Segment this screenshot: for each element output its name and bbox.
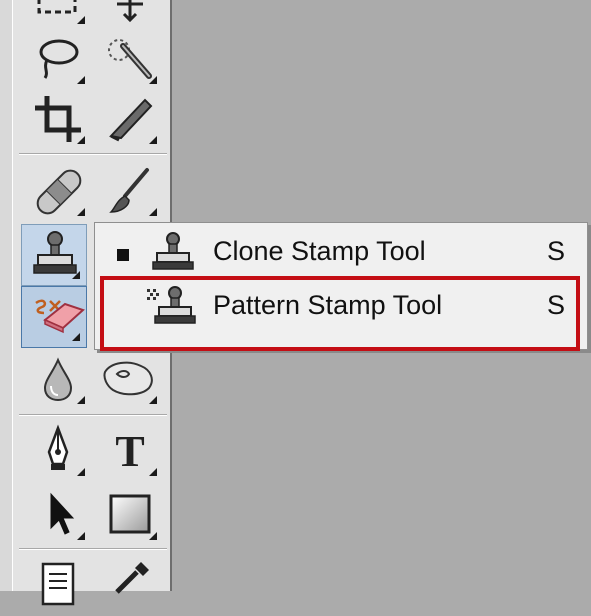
clone-stamp-icon <box>152 232 194 270</box>
clone-stamp-tool[interactable] <box>21 224 87 286</box>
rectangular-marquee-tool[interactable] <box>25 0 91 30</box>
submenu-indicator <box>149 76 157 84</box>
submenu-indicator <box>77 136 85 144</box>
submenu-indicator <box>77 76 85 84</box>
lasso-tool[interactable] <box>25 28 91 90</box>
submenu-indicator <box>77 532 85 540</box>
submenu-indicator <box>149 468 157 476</box>
toolbar-separator <box>19 153 167 155</box>
marquee-icon <box>37 0 77 14</box>
submenu-indicator <box>149 396 157 404</box>
current-tool-bullet <box>117 249 129 261</box>
eyedropper-icon <box>115 562 149 594</box>
menu-item-clone-stamp-tool[interactable]: Clone Stamp Tool S <box>95 225 587 279</box>
path-selection-tool[interactable] <box>25 484 91 546</box>
submenu-indicator <box>77 468 85 476</box>
submenu-indicator <box>149 532 157 540</box>
dodge-tool[interactable] <box>97 348 163 410</box>
rectangle-tool[interactable] <box>97 484 163 546</box>
menu-item-label: Clone Stamp Tool <box>213 236 426 266</box>
eraser-icon <box>43 302 85 334</box>
brush-tool[interactable] <box>97 160 163 222</box>
submenu-indicator <box>72 271 80 279</box>
eraser-tool[interactable] <box>39 286 89 336</box>
type-tool[interactable]: T <box>97 420 163 482</box>
move-icon <box>117 0 143 23</box>
blur-tool[interactable] <box>25 348 91 410</box>
submenu-indicator <box>77 208 85 216</box>
submenu-indicator <box>149 136 157 144</box>
toolbar-separator <box>19 548 167 550</box>
highlight-annotation <box>100 276 580 351</box>
submenu-indicator <box>149 208 157 216</box>
pen-tool[interactable] <box>25 420 91 482</box>
submenu-indicator <box>77 396 85 404</box>
move-tool[interactable] <box>97 0 163 30</box>
shortcut-key: S <box>546 236 565 266</box>
eyedropper-tool[interactable] <box>97 554 163 616</box>
notes-icon <box>41 562 75 606</box>
slice-tool[interactable] <box>97 88 163 150</box>
submenu-indicator <box>77 16 85 24</box>
healing-brush-tool[interactable] <box>25 160 91 222</box>
notes-tool[interactable] <box>25 554 91 616</box>
toolbar-separator <box>19 414 167 416</box>
svg-text:T: T <box>115 427 144 476</box>
crop-tool[interactable] <box>25 88 91 150</box>
quick-selection-tool[interactable] <box>97 28 163 90</box>
